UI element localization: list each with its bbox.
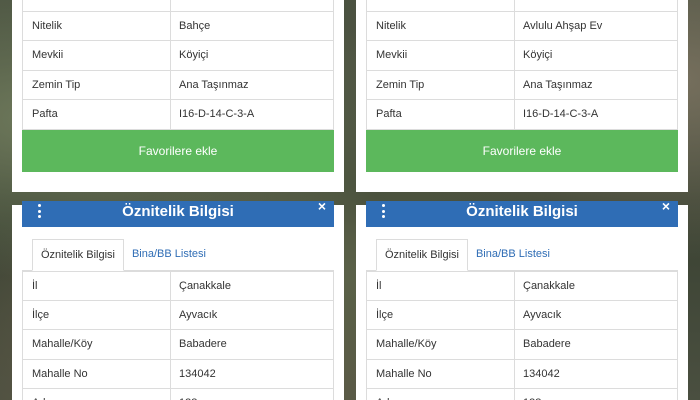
add-to-favorites-button[interactable]: Favorilere ekle (366, 130, 678, 172)
table-row: Pafta I16-D-14-C-3-A (366, 100, 678, 130)
parcel-info-panel-left: Nitelik Bahçe Mevkii Köyiçi Zemin Tip An… (12, 0, 344, 192)
table-row: Mevkii Köyiçi (366, 41, 678, 71)
row-key: Mahalle No (23, 359, 171, 388)
row-key: Mahalle/Köy (23, 330, 171, 359)
table-row: Mahalle/Köy Babadere (22, 330, 334, 360)
row-key: Ada (367, 389, 515, 400)
row-value: 138 (515, 389, 677, 400)
row-value: 138 (171, 389, 333, 400)
table-row: Zemin Tip Ana Taşınmaz (22, 70, 334, 100)
table-row: Mevkii Köyiçi (22, 41, 334, 71)
row-key: İlçe (367, 300, 515, 329)
row-key: İlçe (23, 300, 171, 329)
row-value: I16-D-14-C-3-A (179, 108, 255, 121)
tab-bar: Öznitelik Bilgisi Bina/BB Listesi (22, 233, 334, 271)
row-value: Bahçe (179, 19, 211, 32)
attribute-table: İl Çanakkale İlçe Ayvacık Mahalle/Köy Ba… (366, 271, 678, 400)
attribute-table: İl Çanakkale İlçe Ayvacık Mahalle/Köy Ba… (22, 271, 334, 400)
add-to-favorites-button[interactable]: Favorilere ekle (22, 130, 334, 172)
attribute-table: Nitelik Avlulu Ahşap Ev Mevkii Köyiçi Ze… (366, 0, 678, 130)
row-key: Zemin Tip (23, 70, 171, 99)
table-row: İl Çanakkale (366, 271, 678, 301)
close-icon[interactable]: × (662, 201, 670, 214)
table-row: Nitelik Avlulu Ahşap Ev (366, 11, 678, 41)
row-key: Mevkii (23, 41, 171, 70)
row-value: Çanakkale (523, 279, 575, 292)
parcel-info-panel-right: Nitelik Avlulu Ahşap Ev Mevkii Köyiçi Ze… (356, 0, 688, 192)
attribute-info-panel-right: Öznitelik Bilgisi × Öznitelik Bilgisi Bi… (356, 201, 688, 400)
close-icon[interactable]: × (318, 201, 326, 214)
row-key: Zemin Tip (367, 70, 515, 99)
tab-attribute-info[interactable]: Öznitelik Bilgisi (32, 239, 124, 271)
tab-bar: Öznitelik Bilgisi Bina/BB Listesi (366, 233, 678, 271)
row-key: Mahalle/Köy (367, 330, 515, 359)
row-value: Babadere (179, 338, 227, 351)
tab-building-list[interactable]: Bina/BB Listesi (468, 238, 558, 270)
row-key: Mahalle No (367, 359, 515, 388)
row-key: İl (367, 272, 515, 300)
table-row-partial (22, 0, 334, 12)
panel-header: Öznitelik Bilgisi × (22, 201, 334, 227)
panel-title: Öznitelik Bilgisi (466, 202, 578, 220)
row-value (171, 0, 333, 11)
row-key: Nitelik (367, 11, 515, 40)
panel-header: Öznitelik Bilgisi × (366, 201, 678, 227)
table-row: İl Çanakkale (22, 271, 334, 301)
row-key: Mevkii (367, 41, 515, 70)
table-row: İlçe Ayvacık (366, 300, 678, 330)
row-value: 134042 (523, 367, 560, 380)
row-value: Avlulu Ahşap Ev (523, 19, 603, 32)
row-value: Ana Taşınmaz (179, 78, 249, 91)
row-value: Ayvacık (523, 308, 562, 321)
row-key: Pafta (23, 100, 171, 129)
attribute-table: Nitelik Bahçe Mevkii Köyiçi Zemin Tip An… (22, 0, 334, 130)
row-value: Köyiçi (523, 49, 553, 62)
row-key (367, 0, 515, 11)
row-value: 134042 (179, 367, 216, 380)
tab-building-list[interactable]: Bina/BB Listesi (124, 238, 214, 270)
attribute-info-panel-left: Öznitelik Bilgisi × Öznitelik Bilgisi Bi… (12, 201, 344, 400)
row-value: Çanakkale (179, 279, 231, 292)
tab-attribute-info[interactable]: Öznitelik Bilgisi (376, 239, 468, 271)
row-value: Köyiçi (179, 49, 209, 62)
panel-title: Öznitelik Bilgisi (122, 202, 234, 220)
row-key (23, 0, 171, 11)
row-value: Babadere (523, 338, 571, 351)
row-value: Ana Taşınmaz (523, 78, 593, 91)
row-value: Ayvacık (179, 308, 218, 321)
row-key: Ada (23, 389, 171, 400)
table-row: Zemin Tip Ana Taşınmaz (366, 70, 678, 100)
table-row-partial (366, 0, 678, 12)
row-key: İl (23, 272, 171, 300)
row-key: Nitelik (23, 11, 171, 40)
row-key: Pafta (367, 100, 515, 129)
more-vertical-icon[interactable] (380, 204, 386, 218)
table-row: Ada 138 (22, 389, 334, 400)
table-row: Pafta I16-D-14-C-3-A (22, 100, 334, 130)
table-row: Mahalle/Köy Babadere (366, 330, 678, 360)
table-row: Ada 138 (366, 389, 678, 400)
more-vertical-icon[interactable] (36, 204, 42, 218)
table-row: İlçe Ayvacık (22, 300, 334, 330)
table-row: Mahalle No 134042 (366, 359, 678, 389)
table-row: Mahalle No 134042 (22, 359, 334, 389)
row-value: I16-D-14-C-3-A (523, 108, 599, 121)
table-row: Nitelik Bahçe (22, 11, 334, 41)
row-value (515, 0, 677, 11)
